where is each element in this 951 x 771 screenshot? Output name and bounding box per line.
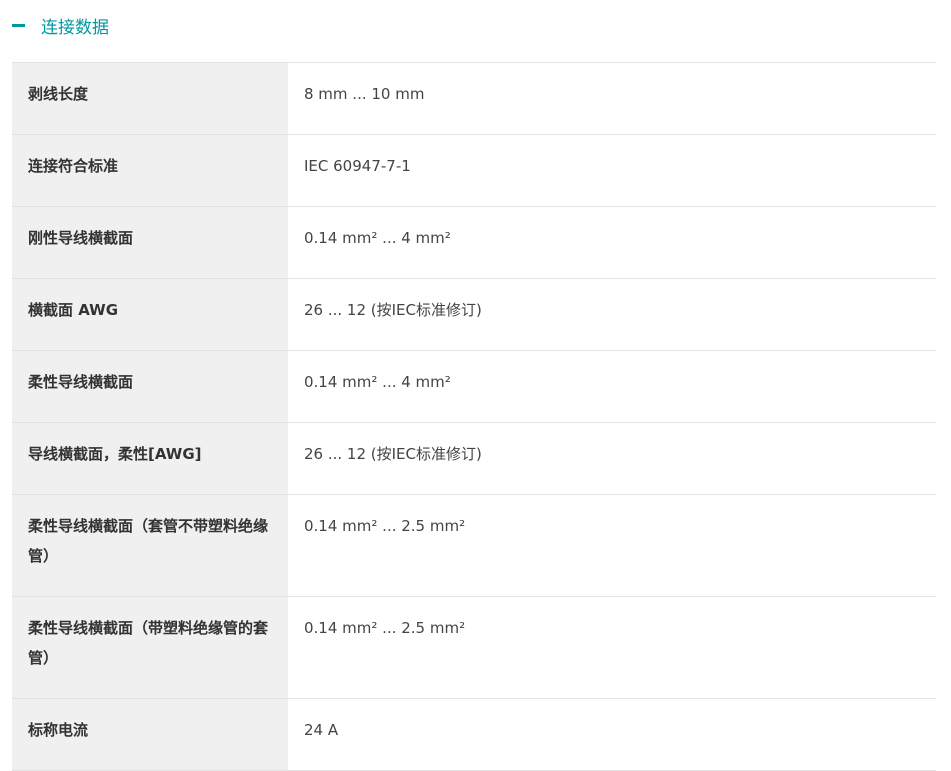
row-label: 刚性导线横截面 [12,206,288,279]
row-label: 横截面 AWG [12,278,288,351]
row-label: 柔性导线横截面（套管不带塑料绝缘管） [12,494,288,597]
row-value: 26 ... 12 (按IEC标准修订) [288,278,936,351]
connection-data-table: 剥线长度 8 mm ... 10 mm 连接符合标准 IEC 60947-7-1… [12,62,936,771]
row-label: 柔性导线横截面 [12,350,288,423]
table-row: 柔性导线横截面（带塑料绝缘管的套管） 0.14 mm² ... 2.5 mm² [12,596,936,699]
row-value: 0.14 mm² ... 4 mm² [288,350,936,423]
row-value: IEC 60947-7-1 [288,134,936,207]
row-label: 导线横截面，柔性[AWG] [12,422,288,495]
table-row: 标称电流 24 A [12,698,936,771]
section-header-connection-data[interactable]: 连接数据 [12,0,109,50]
table-row: 导线横截面，柔性[AWG] 26 ... 12 (按IEC标准修订) [12,422,936,495]
row-label: 连接符合标准 [12,134,288,207]
row-label: 剥线长度 [12,62,288,135]
row-value: 0.14 mm² ... 2.5 mm² [288,596,936,699]
table-row: 横截面 AWG 26 ... 12 (按IEC标准修订) [12,278,936,351]
row-value: 8 mm ... 10 mm [288,62,936,135]
table-row: 柔性导线横截面 0.14 mm² ... 4 mm² [12,350,936,423]
row-value: 24 A [288,698,936,771]
row-value: 26 ... 12 (按IEC标准修订) [288,422,936,495]
row-value: 0.14 mm² ... 4 mm² [288,206,936,279]
row-label: 标称电流 [12,698,288,771]
table-row: 柔性导线横截面（套管不带塑料绝缘管） 0.14 mm² ... 2.5 mm² [12,494,936,597]
table-row: 剥线长度 8 mm ... 10 mm [12,62,936,135]
table-row: 刚性导线横截面 0.14 mm² ... 4 mm² [12,206,936,279]
row-value: 0.14 mm² ... 2.5 mm² [288,494,936,597]
table-row: 连接符合标准 IEC 60947-7-1 [12,134,936,207]
minus-icon[interactable] [12,23,25,27]
row-label: 柔性导线横截面（带塑料绝缘管的套管） [12,596,288,699]
section-title: 连接数据 [41,17,109,38]
